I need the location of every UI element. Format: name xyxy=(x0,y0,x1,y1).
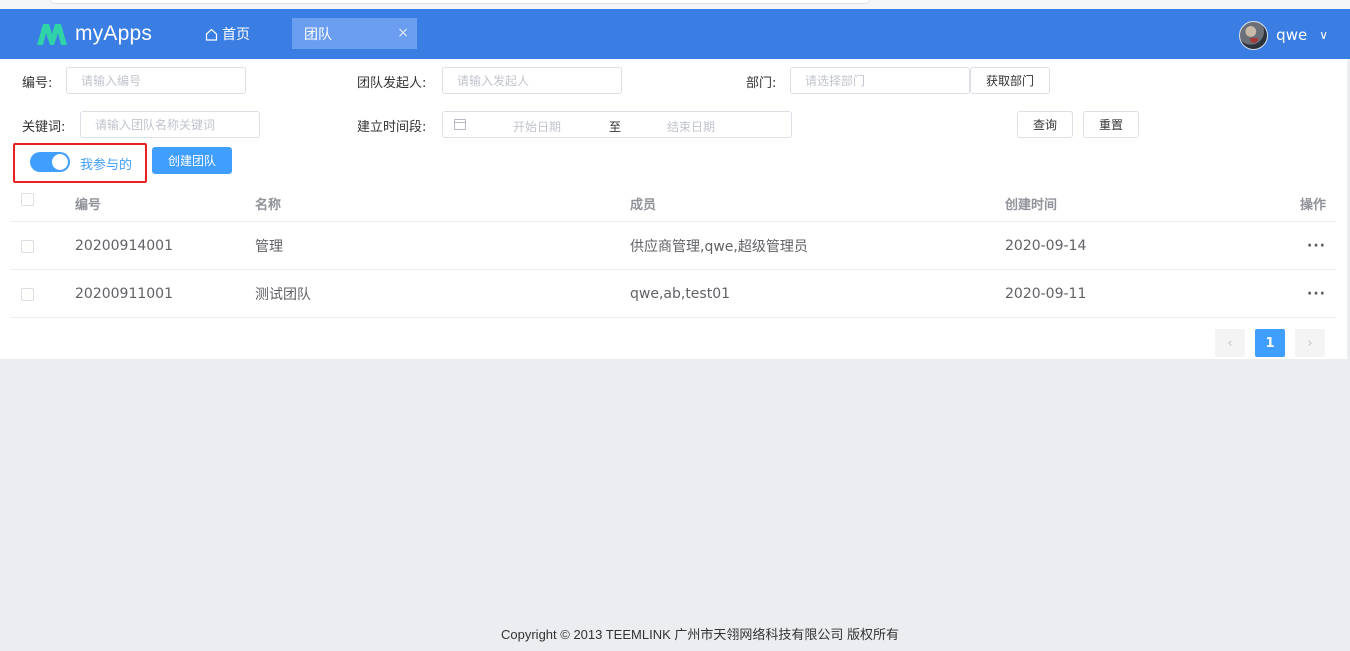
close-icon[interactable]: × xyxy=(397,25,409,41)
create-team-button[interactable]: 创建团队 xyxy=(152,147,232,174)
table-row[interactable]: 20200914001 管理 供应商管理,qwe,超级管理员 2020-09-1… xyxy=(10,222,1336,270)
keyword-input[interactable]: 请输入团队名称关键词 xyxy=(80,111,260,138)
number-input[interactable]: 请输入编号 xyxy=(66,67,246,94)
header-members: 成员 xyxy=(630,197,657,213)
logo-m-icon xyxy=(37,24,67,45)
user-menu[interactable]: qwe ∨ xyxy=(1239,20,1328,50)
app-header: myApps 首页 团队 × qwe ∨ xyxy=(0,9,1350,59)
tab-team[interactable]: 团队 × xyxy=(292,18,417,49)
row-id: 20200914001 xyxy=(75,237,173,254)
date-range-separator: 至 xyxy=(609,120,622,134)
dept-label: 部门: xyxy=(746,76,777,91)
keyword-label: 关键词: xyxy=(22,120,66,135)
reset-button[interactable]: 重置 xyxy=(1083,111,1139,138)
tab-team-label: 团队 xyxy=(304,26,332,43)
pager-prev-button[interactable]: ‹ xyxy=(1215,329,1245,357)
user-name: qwe xyxy=(1276,26,1308,44)
row-checkbox[interactable] xyxy=(21,288,34,301)
start-date-input[interactable]: 开始日期 xyxy=(513,118,561,135)
query-button[interactable]: 查询 xyxy=(1017,111,1073,138)
table-row[interactable]: 20200911001 测试团队 qwe,ab,test01 2020-09-1… xyxy=(10,270,1336,318)
select-all-checkbox[interactable] xyxy=(21,193,34,206)
my-participation-switch[interactable] xyxy=(30,152,70,172)
nav-home[interactable]: 首页 xyxy=(205,23,250,45)
calendar-icon xyxy=(454,119,466,130)
switch-knob xyxy=(52,154,68,170)
chevron-down-icon: ∨ xyxy=(1319,28,1328,42)
nav-home-label: 首页 xyxy=(222,27,250,43)
avatar xyxy=(1239,20,1269,50)
row-name: 管理 xyxy=(255,238,283,255)
date-range-picker[interactable]: 开始日期 至 结束日期 xyxy=(442,111,792,138)
table-header-row: 编号 名称 成员 创建时间 操作 xyxy=(10,185,1336,222)
team-table: 编号 名称 成员 创建时间 操作 20200914001 管理 供应商管理,qw… xyxy=(10,185,1336,318)
my-participation-label[interactable]: 我参与的 xyxy=(80,154,132,173)
row-id: 20200911001 xyxy=(75,285,173,302)
logo-text: myApps xyxy=(75,22,153,45)
header-id: 编号 xyxy=(75,197,102,213)
header-name: 名称 xyxy=(255,197,282,213)
header-created: 创建时间 xyxy=(1005,197,1058,213)
period-label: 建立时间段: xyxy=(357,120,427,135)
initiator-input[interactable]: 请输入发起人 xyxy=(442,67,622,94)
browser-address-edge xyxy=(50,0,870,4)
more-icon[interactable]: ··· xyxy=(1307,222,1326,269)
more-icon[interactable]: ··· xyxy=(1307,270,1326,317)
row-created: 2020-09-14 xyxy=(1005,237,1087,254)
row-checkbox[interactable] xyxy=(21,240,34,253)
main-panel: 编号: 请输入编号 团队发起人: 请输入发起人 部门: 请选择部门 获取部门 关… xyxy=(0,59,1347,359)
dept-select[interactable]: 请选择部门 xyxy=(790,67,970,94)
get-dept-button[interactable]: 获取部门 xyxy=(970,67,1050,94)
initiator-label: 团队发起人: xyxy=(357,76,427,91)
home-icon xyxy=(205,28,218,41)
app-logo[interactable]: myApps xyxy=(35,19,152,49)
row-members: 供应商管理,qwe,超级管理员 xyxy=(630,238,808,255)
row-name: 测试团队 xyxy=(255,286,311,303)
browser-top-strip xyxy=(0,0,1350,9)
pager-next-button[interactable]: › xyxy=(1295,329,1325,357)
end-date-input[interactable]: 结束日期 xyxy=(667,118,715,135)
footer-copyright: Copyright © 2013 TEEMLINK 广州市天翎网络科技有限公司 … xyxy=(501,627,899,642)
row-members: qwe,ab,test01 xyxy=(630,285,731,302)
header-ops: 操作 xyxy=(1299,197,1326,213)
pager-page-1[interactable]: 1 xyxy=(1255,329,1285,357)
row-created: 2020-09-11 xyxy=(1005,285,1087,302)
number-label: 编号: xyxy=(22,76,53,91)
